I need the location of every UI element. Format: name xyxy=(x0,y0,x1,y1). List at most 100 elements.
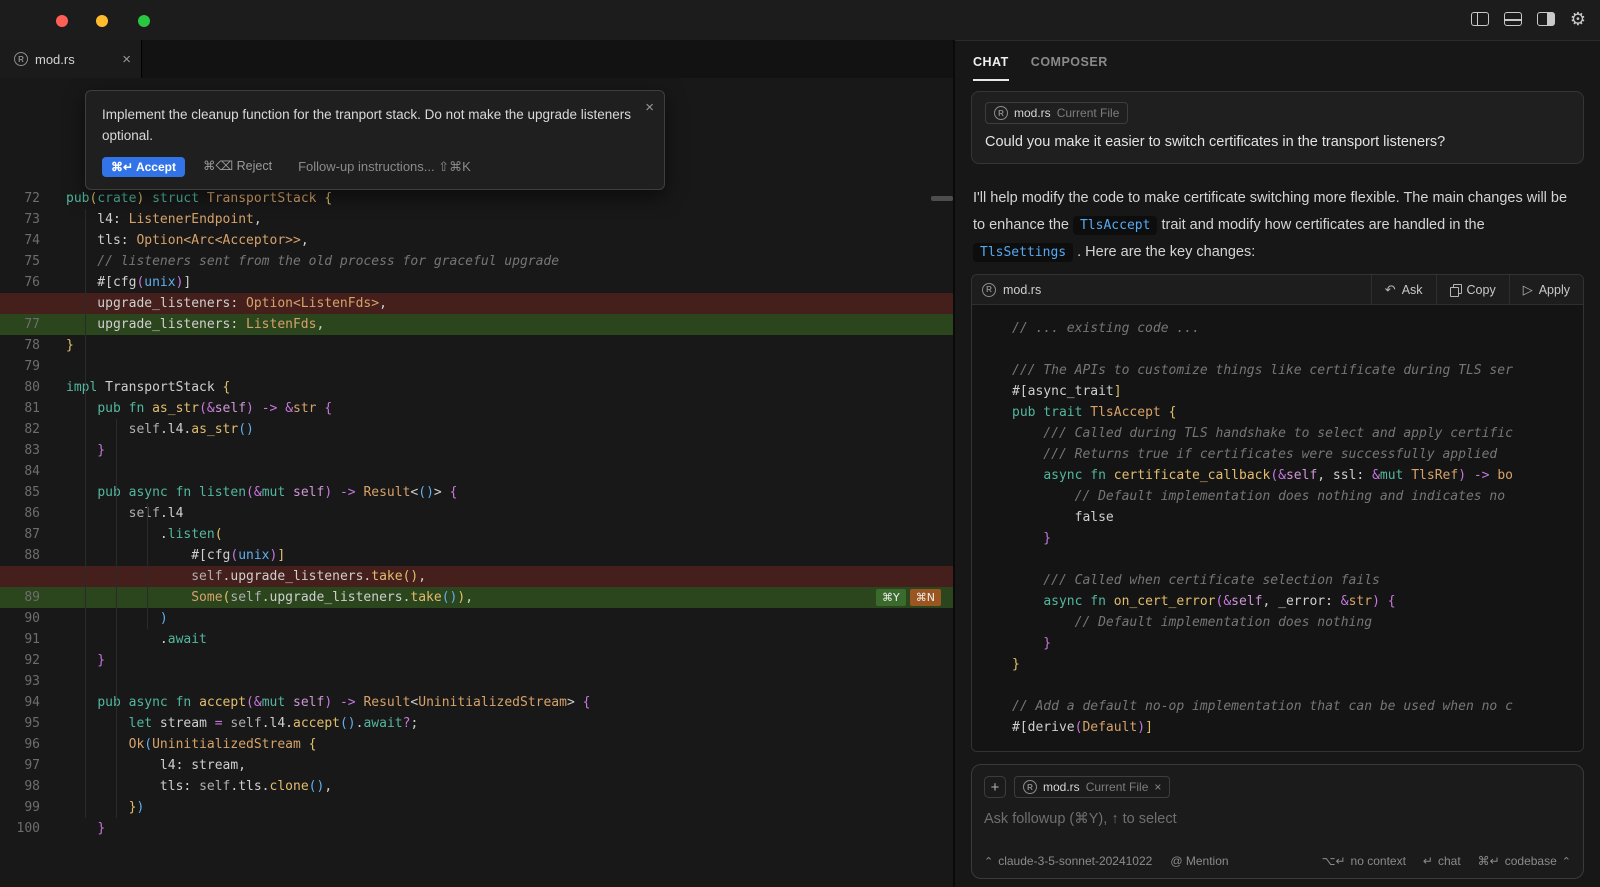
followup-instructions-button[interactable]: Follow-up instructions... ⇧⌘K xyxy=(298,156,471,177)
model-name: claude-3-5-sonnet-20241022 xyxy=(998,854,1152,868)
context-chip[interactable]: R mod.rs Current File xyxy=(985,102,1128,124)
code-line: 97 l4: stream, xyxy=(0,755,953,776)
line-number: 100 xyxy=(0,818,40,839)
code-line: pub trait TlsAccept { xyxy=(986,402,1583,423)
line-number: 76 xyxy=(0,272,40,293)
reject-key-badge[interactable]: ⌘N xyxy=(910,589,941,606)
accept-key-badge[interactable]: ⌘Y xyxy=(876,589,906,606)
option-label: codebase xyxy=(1505,854,1557,868)
line-number: 72 xyxy=(0,188,40,209)
chat-input-card: + R mod.rs Current File × Ask followup (… xyxy=(971,764,1584,879)
code-editor[interactable]: × Implement the cleanup function for the… xyxy=(0,78,953,887)
submit-option-codebase[interactable]: ⌘↵codebase⌃ xyxy=(1478,854,1571,868)
code-line: } xyxy=(986,654,1583,675)
inline-code: TlsSettings xyxy=(973,243,1073,262)
key-hint: ↵ xyxy=(1423,854,1433,868)
ask-button[interactable]: ↶ Ask xyxy=(1371,275,1436,304)
code-line: async fn on_cert_error(&self, _error: &s… xyxy=(986,591,1583,612)
tab-mod-rs[interactable]: R mod.rs × xyxy=(0,40,142,78)
code-line: // ... existing code ... xyxy=(986,318,1583,339)
chip-badge: Current File xyxy=(1086,780,1149,794)
line-number: 85 xyxy=(0,482,40,503)
line-number: 97 xyxy=(0,755,40,776)
copy-icon xyxy=(1450,284,1461,296)
tab-label: mod.rs xyxy=(35,52,75,67)
window-close-button[interactable] xyxy=(56,15,68,27)
key-hint: ⌥↵ xyxy=(1322,854,1346,868)
app-window: ⚙ R mod.rs × × Implement xyxy=(0,0,1600,887)
code-line: /// Called during TLS handshake to selec… xyxy=(986,423,1583,444)
copy-button[interactable]: Copy xyxy=(1436,275,1509,304)
editor-scrollbar-thumb[interactable] xyxy=(931,196,953,201)
settings-gear-icon[interactable]: ⚙ xyxy=(1570,10,1586,28)
code-line xyxy=(986,675,1583,696)
line-number: 87 xyxy=(0,524,40,545)
chat-input-placeholder[interactable]: Ask followup (⌘Y), ↑ to select xyxy=(984,811,1571,827)
chat-input-footer: ⌃ claude-3-5-sonnet-20241022 @ Mention ⌥… xyxy=(984,854,1571,868)
tab-chat[interactable]: CHAT xyxy=(973,55,1009,81)
option-label: no context xyxy=(1351,854,1406,868)
code-line: 80impl TransportStack { xyxy=(0,377,953,398)
line-number: 77 xyxy=(0,314,40,335)
user-message-text: Could you make it easier to switch certi… xyxy=(985,134,1570,150)
code-line: 99 }) xyxy=(0,797,953,818)
panel-right-icon[interactable] xyxy=(1537,12,1555,26)
code-line xyxy=(986,339,1583,360)
code-line: 82 self.l4.as_str() xyxy=(0,419,953,440)
line-number: 80 xyxy=(0,377,40,398)
indent-guide xyxy=(85,209,86,818)
diff-line: 89 Some(self.upgrade_listeners.take()),⌘… xyxy=(0,587,953,608)
window-zoom-button[interactable] xyxy=(138,15,150,27)
submit-option-no-context[interactable]: ⌥↵ no context xyxy=(1322,854,1406,868)
code-line: 86 self.l4 xyxy=(0,503,953,524)
code-line: 85 pub async fn listen(&mut self) -> Res… xyxy=(0,482,953,503)
code-line: 81 pub fn as_str(&self) -> &str { xyxy=(0,398,953,419)
code-line: 75 // listeners sent from the old proces… xyxy=(0,251,953,272)
rust-file-icon: R xyxy=(14,52,28,66)
panel-bottom-icon[interactable] xyxy=(1504,12,1522,26)
code-line: 74 tls: Option<Arc<Acceptor>>, xyxy=(0,230,953,251)
line-number: 84 xyxy=(0,461,40,482)
inline-code: TlsAccept xyxy=(1073,216,1157,235)
reject-button[interactable]: ⌘⌫ Reject xyxy=(203,156,272,177)
code-line: 76 #[cfg(unix)] xyxy=(0,272,953,293)
line-number: 98 xyxy=(0,776,40,797)
code-line: #[derive(Default)] xyxy=(986,717,1583,738)
chip-close-icon[interactable]: × xyxy=(1154,780,1161,794)
indent-guide xyxy=(147,503,148,629)
code-block-body[interactable]: // ... existing code ... /// The APIs to … xyxy=(972,305,1583,751)
option-label: chat xyxy=(1438,854,1461,868)
split-columns-icon[interactable] xyxy=(1471,12,1489,26)
code-line: /// The APIs to customize things like ce… xyxy=(986,360,1583,381)
popup-close-icon[interactable]: × xyxy=(645,97,654,118)
line-number: 82 xyxy=(0,419,40,440)
line-number: 93 xyxy=(0,671,40,692)
user-message-card: R mod.rs Current File Could you make it … xyxy=(971,91,1584,164)
window-minimize-button[interactable] xyxy=(96,15,108,27)
add-context-button[interactable]: + xyxy=(984,776,1006,798)
titlebar-actions: ⚙ xyxy=(1471,10,1586,28)
mention-button[interactable]: @ Mention xyxy=(1170,854,1228,868)
code-line: 79 xyxy=(0,356,953,377)
code-line: 84 xyxy=(0,461,953,482)
line-number: 83 xyxy=(0,440,40,461)
chat-scroll-area[interactable]: R mod.rs Current File Could you make it … xyxy=(955,81,1600,887)
accept-button[interactable]: ⌘↵ Accept xyxy=(102,157,185,177)
input-context-chip[interactable]: R mod.rs Current File × xyxy=(1014,776,1170,798)
line-number: 94 xyxy=(0,692,40,713)
submit-option-chat[interactable]: ↵ chat xyxy=(1423,854,1461,868)
tab-composer[interactable]: COMPOSER xyxy=(1031,55,1108,81)
line-number: 89 xyxy=(0,587,40,608)
line-number: 73 xyxy=(0,209,40,230)
code-line: 96 Ok(UninitializedStream { xyxy=(0,734,953,755)
code-line: 91 .await xyxy=(0,629,953,650)
apply-button[interactable]: ▷ Apply xyxy=(1509,275,1583,304)
code-line: /// Called when certificate selection fa… xyxy=(986,570,1583,591)
line-number: 74 xyxy=(0,230,40,251)
apply-play-icon: ▷ xyxy=(1523,282,1533,298)
model-selector[interactable]: ⌃ claude-3-5-sonnet-20241022 xyxy=(984,854,1152,868)
line-number: 88 xyxy=(0,545,40,566)
code-line: /// Returns true if certificates were su… xyxy=(986,444,1583,465)
tab-close-icon[interactable]: × xyxy=(122,51,131,68)
assistant-message: I'll help modify the code to make certif… xyxy=(973,185,1582,266)
